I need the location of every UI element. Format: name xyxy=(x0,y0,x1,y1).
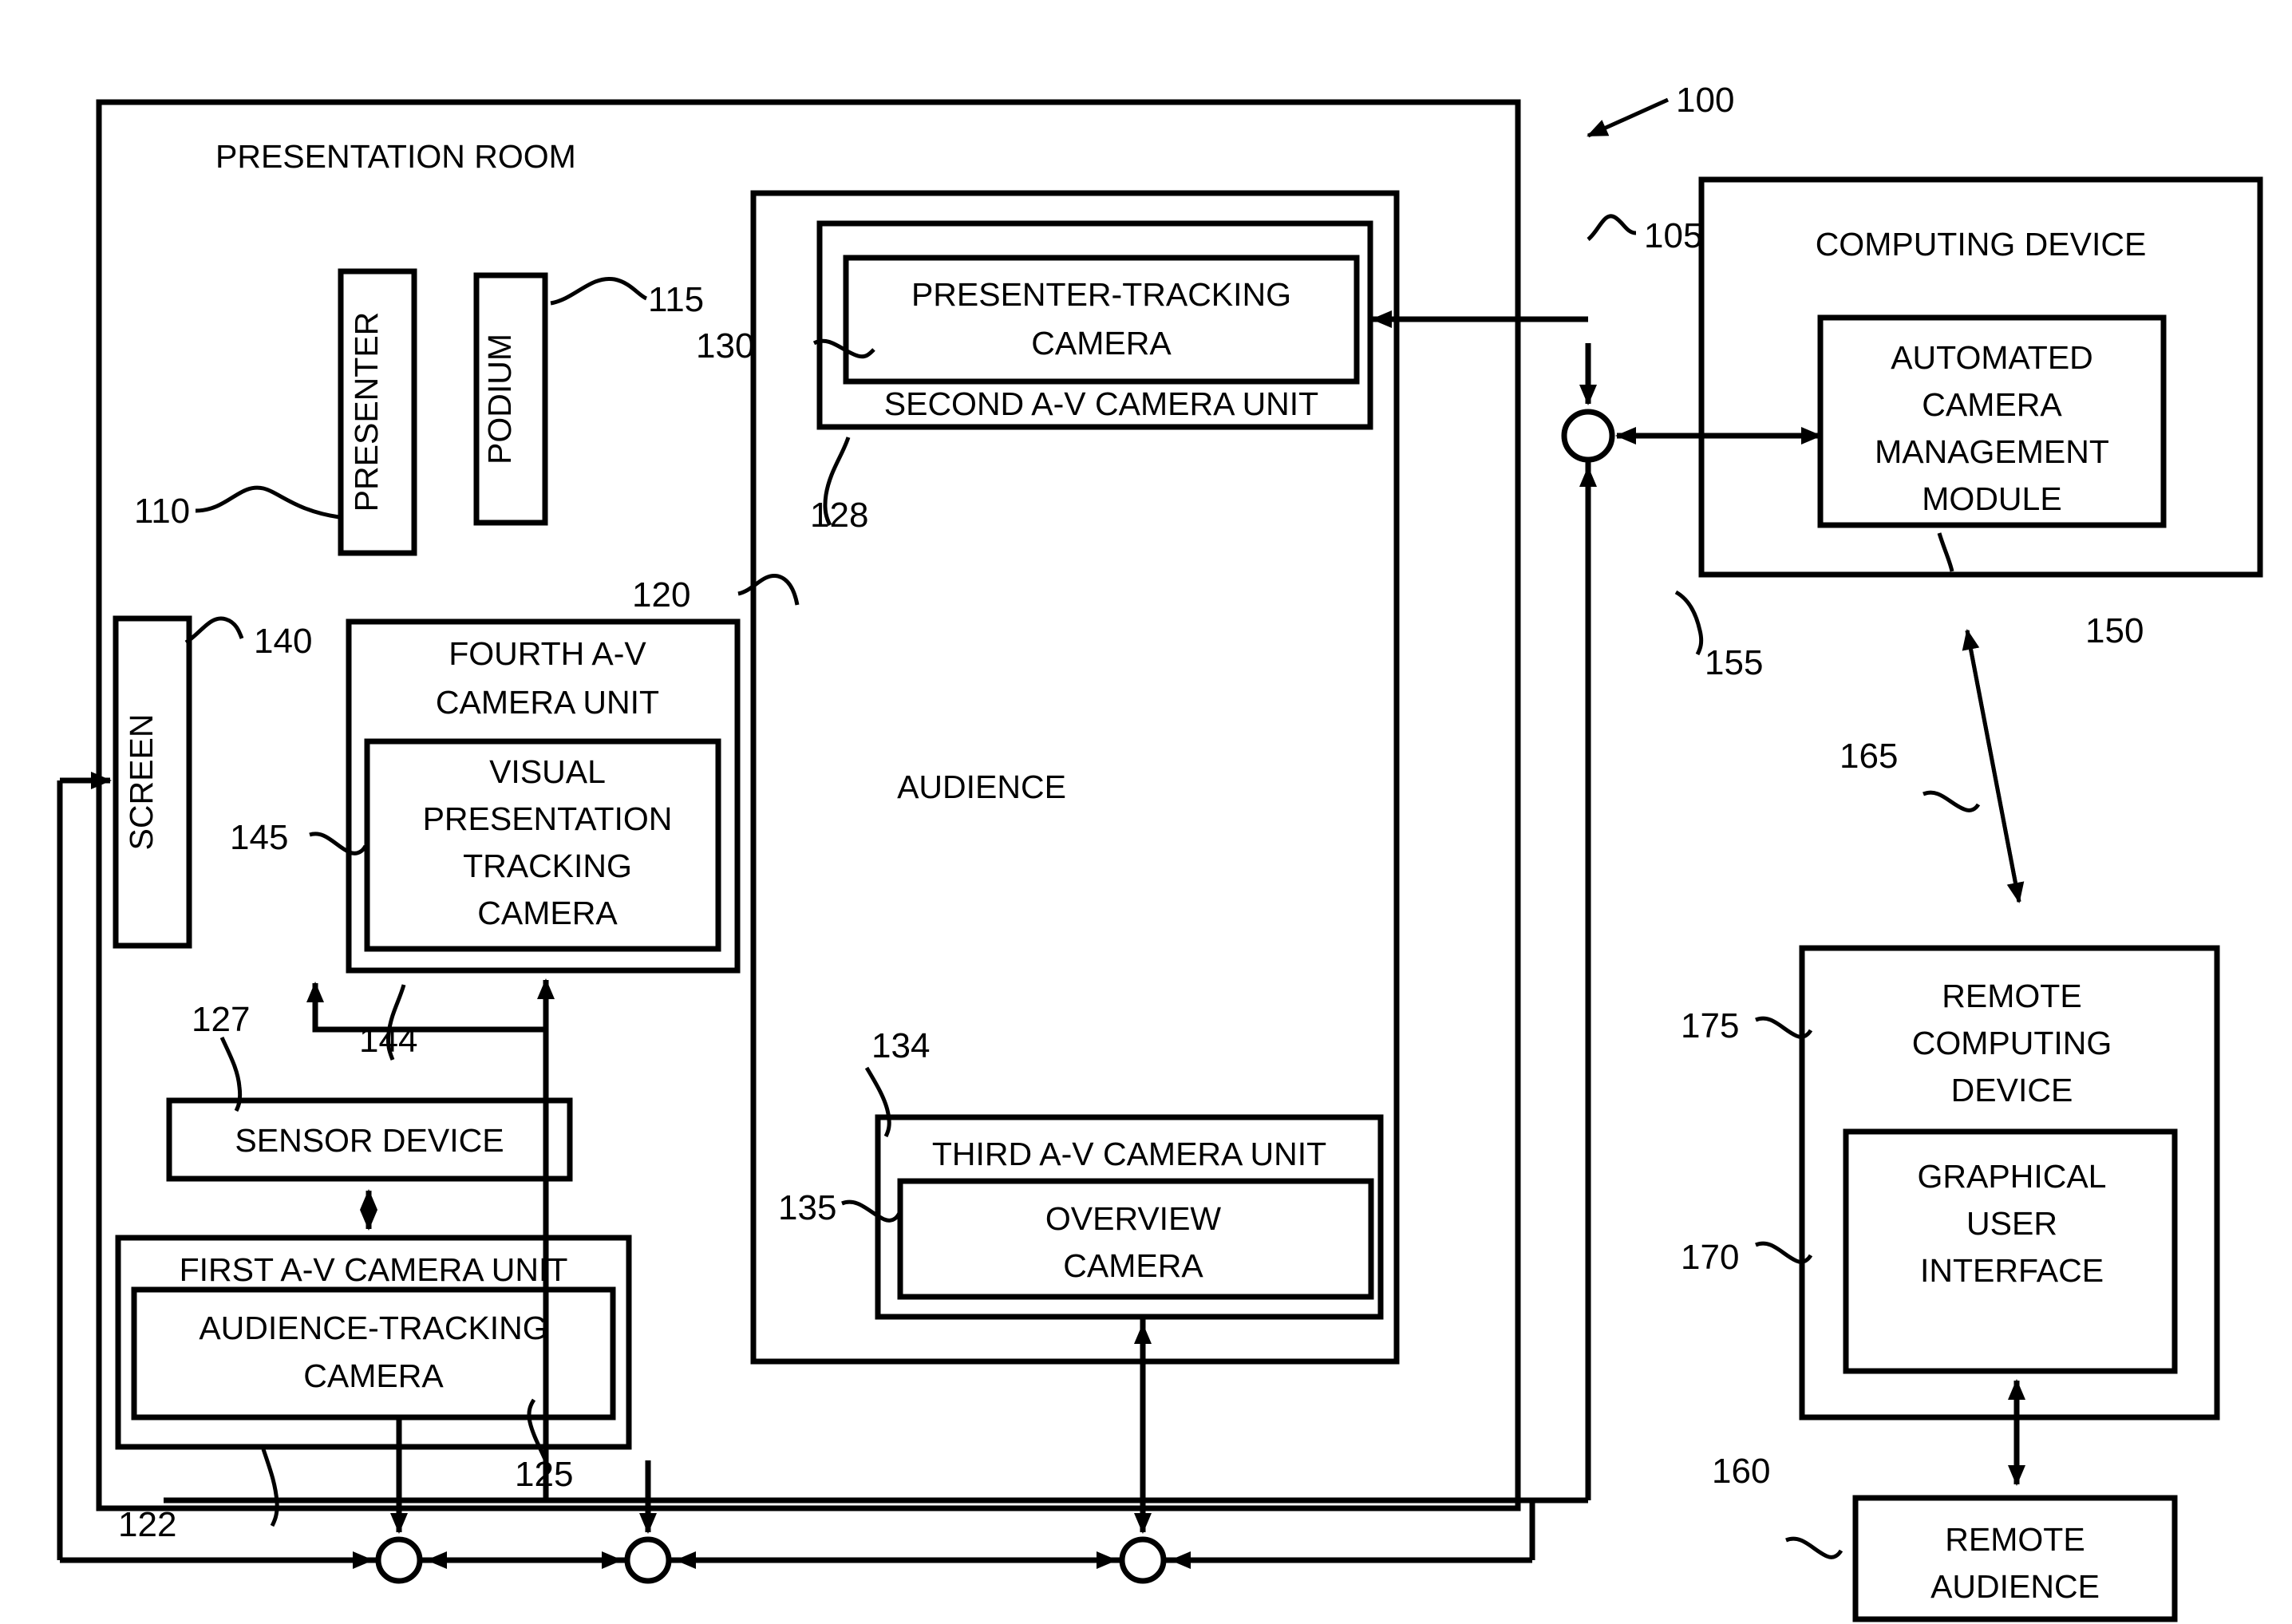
visual-presentation-tracking-camera-line2: PRESENTATION xyxy=(423,800,673,837)
audience-tracking-camera-box xyxy=(131,1286,616,1421)
ref-128: 128 xyxy=(810,496,868,535)
bus-lines xyxy=(57,447,1591,1563)
audience-tracking-camera-line1: AUDIENCE-TRACKING xyxy=(199,1310,547,1346)
patent-figure-page: PRESENTATION ROOM AUDIENCE PRESENTER POD… xyxy=(0,0,2292,1624)
ref-122: 122 xyxy=(118,1505,176,1544)
visual-presentation-tracking-camera-line1: VISUAL xyxy=(489,753,606,790)
gui-line2: USER xyxy=(1966,1205,2057,1242)
ref-105: 105 xyxy=(1644,216,1702,255)
network-link-165 xyxy=(1962,629,2025,903)
ref-115: 115 xyxy=(648,280,704,319)
acmm-line1: AUTOMATED xyxy=(1891,339,2093,376)
ref-155: 155 xyxy=(1705,643,1763,682)
ref-145: 145 xyxy=(230,818,288,857)
acmm-line3: MANAGEMENT xyxy=(1875,433,2109,470)
ref-175: 175 xyxy=(1681,1006,1739,1045)
ref-134: 134 xyxy=(871,1026,930,1065)
ref-100: 100 xyxy=(1676,81,1734,120)
system-block-diagram: PRESENTATION ROOM AUDIENCE PRESENTER POD… xyxy=(57,81,2263,1622)
acmm-line2: CAMERA xyxy=(1922,386,2062,423)
screen-label: SCREEN xyxy=(123,714,160,851)
sensor-device-label: SENSOR DEVICE xyxy=(235,1122,504,1159)
visual-presentation-tracking-camera-line4: CAMERA xyxy=(477,895,618,931)
overview-camera-line1: OVERVIEW xyxy=(1045,1200,1222,1237)
ref-130: 130 xyxy=(696,326,754,365)
presentation-room-label: PRESENTATION ROOM xyxy=(215,138,576,175)
remote-audience-line2: AUDIENCE xyxy=(1930,1568,2100,1605)
visual-presentation-tracking-camera-line3: TRACKING xyxy=(463,848,632,884)
ref-165: 165 xyxy=(1840,737,1898,776)
podium-label: PODIUM xyxy=(481,334,518,464)
fourth-av-camera-unit-label-line1: FOURTH A-V xyxy=(449,635,646,672)
audience-box xyxy=(750,190,1400,1365)
remote-computing-device-line2: COMPUTING xyxy=(1912,1025,2112,1061)
remote-computing-device-line3: DEVICE xyxy=(1951,1072,2073,1108)
ref-127: 127 xyxy=(192,1000,250,1039)
gui-line1: GRAPHICAL xyxy=(1918,1158,2107,1195)
ref-125: 125 xyxy=(515,1455,573,1494)
fourth-av-camera-unit-label-line2: CAMERA UNIT xyxy=(436,684,659,721)
third-av-camera-unit-label: THIRD A-V CAMERA UNIT xyxy=(932,1136,1326,1172)
audience-tracking-camera-line2: CAMERA xyxy=(303,1357,444,1394)
network-junction-node xyxy=(1561,343,1822,559)
ref-160: 160 xyxy=(1712,1452,1770,1491)
ref-170: 170 xyxy=(1681,1238,1739,1277)
ref-144: 144 xyxy=(359,1021,417,1060)
computing-device-label: COMPUTING DEVICE xyxy=(1816,226,2147,263)
ref-110: 110 xyxy=(134,492,190,531)
ref-150: 150 xyxy=(2085,611,2144,650)
first-av-camera-unit-label: FIRST A-V CAMERA UNIT xyxy=(180,1251,568,1288)
gui-line3: INTERFACE xyxy=(1920,1252,2104,1289)
acmm-line4: MODULE xyxy=(1922,480,2061,517)
overview-camera-line2: CAMERA xyxy=(1063,1247,1203,1284)
presenter-tracking-camera-label-line1: PRESENTER-TRACKING xyxy=(911,276,1291,313)
remote-audience-line1: REMOTE xyxy=(1945,1521,2085,1558)
ref-135: 135 xyxy=(778,1188,836,1227)
presenter-label: PRESENTER xyxy=(348,312,385,512)
system-ref-arrow-100 xyxy=(1587,97,1670,138)
second-av-camera-unit-label: SECOND A-V CAMERA UNIT xyxy=(884,385,1318,422)
ref-140: 140 xyxy=(254,622,312,661)
room-to-computing-device-lines xyxy=(1371,102,1588,1508)
audience-label: AUDIENCE xyxy=(897,769,1066,805)
remote-computing-device-line1: REMOTE xyxy=(1942,978,2081,1014)
ref-120: 120 xyxy=(632,575,690,614)
bus-junction-nodes xyxy=(263,1447,1285,1584)
presenter-tracking-camera-label-line2: CAMERA xyxy=(1031,325,1172,362)
